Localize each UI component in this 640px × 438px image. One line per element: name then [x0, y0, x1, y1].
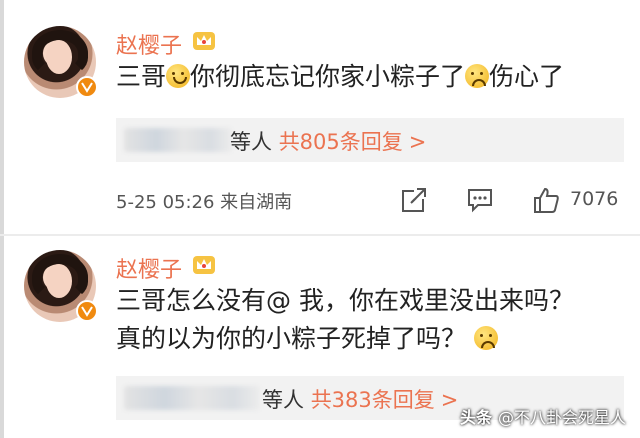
reply-count-link[interactable]: 共383条回复 — [311, 388, 435, 412]
sad-emoji-icon — [465, 64, 490, 88]
comment-line-2: 真的以为你的小粽子死掉了吗？ — [116, 320, 574, 358]
watermark: 头条 @不八卦会死星人 — [459, 408, 626, 427]
comment-meta: 5-25 05:26 来自湖南 7076 — [116, 186, 624, 216]
blurred-names — [124, 386, 260, 410]
verified-v-icon — [76, 300, 98, 322]
crown-icon — [193, 256, 215, 274]
verified-v-icon — [76, 76, 98, 98]
crown-icon — [193, 32, 215, 50]
share-icon[interactable] — [400, 186, 428, 214]
chevron-right-icon: > — [440, 388, 459, 412]
smile-emoji-icon — [166, 64, 191, 88]
comment-item: 赵樱子 三哥 你彻底忘记你家小粽子了 伤心了 等人 共805条回复 > 5-25 05… — [0, 0, 640, 236]
comment-text: 三哥怎么没有@ 我，你在戏里没出来吗？ 真的以为你的小粽子死掉了吗？ — [116, 282, 574, 358]
blurred-names — [124, 128, 232, 152]
username[interactable]: 赵樱子 — [116, 28, 182, 60]
replies-text: 等人 共383条回复 > — [262, 388, 459, 412]
comment-text: 三哥 你彻底忘记你家小粽子了 伤心了 — [116, 62, 565, 91]
like-icon[interactable] — [532, 186, 560, 214]
reply-count-link[interactable]: 共805条回复 — [279, 130, 403, 154]
like-count: 7076 — [570, 188, 619, 210]
replies-text: 等人 共805条回复 > — [230, 130, 427, 154]
username[interactable]: 赵樱子 — [116, 252, 182, 284]
chevron-right-icon: > — [408, 130, 427, 154]
timestamp: 5-25 05:26 来自湖南 — [116, 192, 293, 213]
comment-line-1: 三哥怎么没有@ 我，你在戏里没出来吗？ — [116, 286, 574, 315]
comment-icon[interactable] — [466, 186, 494, 214]
replies-summary[interactable]: 等人 共805条回复 > — [116, 118, 624, 162]
fearful-emoji-icon — [474, 326, 499, 350]
